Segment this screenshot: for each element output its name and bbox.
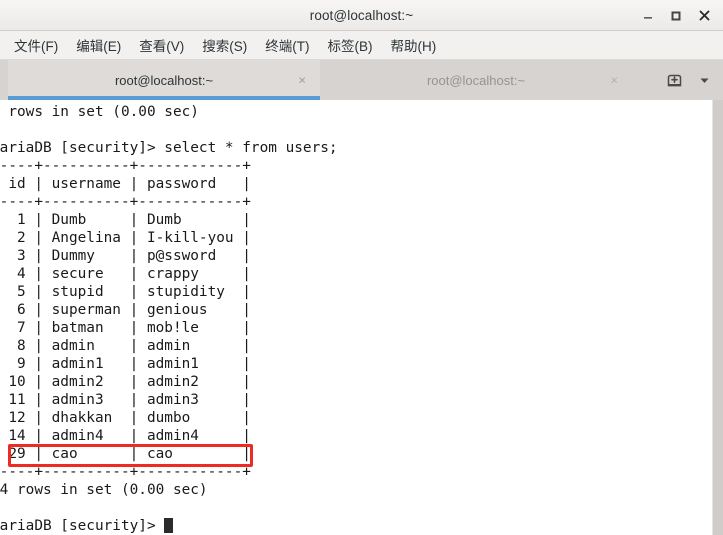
terminal-line: | 4 | secure | crappy | <box>0 266 251 282</box>
title-bar: root@localhost:~ <box>0 0 723 31</box>
maximize-icon <box>671 11 681 20</box>
terminal-line: +----+----------+------------+ <box>0 464 251 480</box>
menu-item-terminal[interactable]: 终端(T) <box>256 32 318 59</box>
terminal-line: +----+----------+------------+ <box>0 194 251 210</box>
terminal-line: | 8 | admin | admin | <box>0 338 251 354</box>
terminal-output[interactable]: 5 rows in set (0.00 sec) MariaDB [securit… <box>0 100 712 535</box>
terminal-line: MariaDB [security]> <box>0 517 712 535</box>
close-icon <box>699 10 709 21</box>
tab-close-icon[interactable]: × <box>610 74 618 87</box>
menu-item-tabs[interactable]: 标签(B) <box>319 32 382 59</box>
tab-label: root@localhost:~ <box>114 72 214 88</box>
menu-bar: 文件(F) 编辑(E) 查看(V) 搜索(S) 终端(T) 标签(B) 帮助(H… <box>0 31 723 60</box>
window-controls <box>635 0 717 31</box>
tab-label: root@localhost:~ <box>426 72 526 88</box>
terminal-line: | 2 | Angelina | I-kill-you | <box>0 230 251 246</box>
terminal-line: | 5 | stupid | stupidity | <box>0 284 251 300</box>
menu-item-search[interactable]: 搜索(S) <box>193 32 256 59</box>
tab-terminal-2[interactable]: root@localhost:~ × <box>320 60 632 100</box>
window-title: root@localhost:~ <box>309 7 414 23</box>
terminal-line: | 12 | dhakkan | dumbo | <box>0 410 251 426</box>
terminal-window: root@localhost:~ 文件(F) 编辑(E) 查看(V) 搜索(S)… <box>0 0 723 535</box>
tab-bar: root@localhost:~ × root@localhost:~ × <box>0 60 723 100</box>
terminal-line: | 3 | Dummy | p@ssword | <box>0 248 251 264</box>
terminal-scrollbar[interactable] <box>712 100 723 535</box>
minimize-icon <box>644 16 652 19</box>
close-button[interactable] <box>691 3 717 29</box>
menu-item-view[interactable]: 查看(V) <box>130 32 193 59</box>
minimize-button[interactable] <box>635 3 661 29</box>
terminal-line: | 11 | admin3 | admin3 | <box>0 392 251 408</box>
terminal-line: | 10 | admin2 | admin2 | <box>0 374 251 390</box>
terminal-body: 5 rows in set (0.00 sec) MariaDB [securit… <box>0 100 723 535</box>
terminal-line: MariaDB [security]> select * from users; <box>0 140 338 156</box>
tab-bar-actions <box>661 60 723 100</box>
terminal-line: | 1 | Dumb | Dumb | <box>0 212 251 228</box>
terminal-line: 14 rows in set (0.00 sec) <box>0 482 208 498</box>
terminal-line: +----+----------+------------+ <box>0 158 251 174</box>
menu-item-edit[interactable]: 编辑(E) <box>67 32 130 59</box>
chevron-down-icon <box>700 78 708 83</box>
tab-close-icon[interactable]: × <box>298 74 306 87</box>
terminal-line: | 14 | admin4 | admin4 | <box>0 428 251 444</box>
terminal-line: | id | username | password | <box>0 176 251 192</box>
terminal-line: | 6 | superman | genious | <box>0 302 251 318</box>
terminal-line: | 7 | batman | mob!le | <box>0 320 251 336</box>
terminal-line: | 9 | admin1 | admin1 | <box>0 356 251 372</box>
tab-terminal-1[interactable]: root@localhost:~ × <box>8 60 320 100</box>
new-tab-button[interactable] <box>661 67 687 93</box>
tab-menu-button[interactable] <box>691 67 717 93</box>
menu-item-file[interactable]: 文件(F) <box>5 32 67 59</box>
terminal-cursor <box>164 518 174 533</box>
new-tab-icon <box>667 74 681 86</box>
terminal-line: | 29 | cao | cao | <box>0 446 251 462</box>
terminal-line: 5 rows in set (0.00 sec) <box>0 104 199 120</box>
maximize-button[interactable] <box>663 3 689 29</box>
menu-item-help[interactable]: 帮助(H) <box>382 32 446 59</box>
